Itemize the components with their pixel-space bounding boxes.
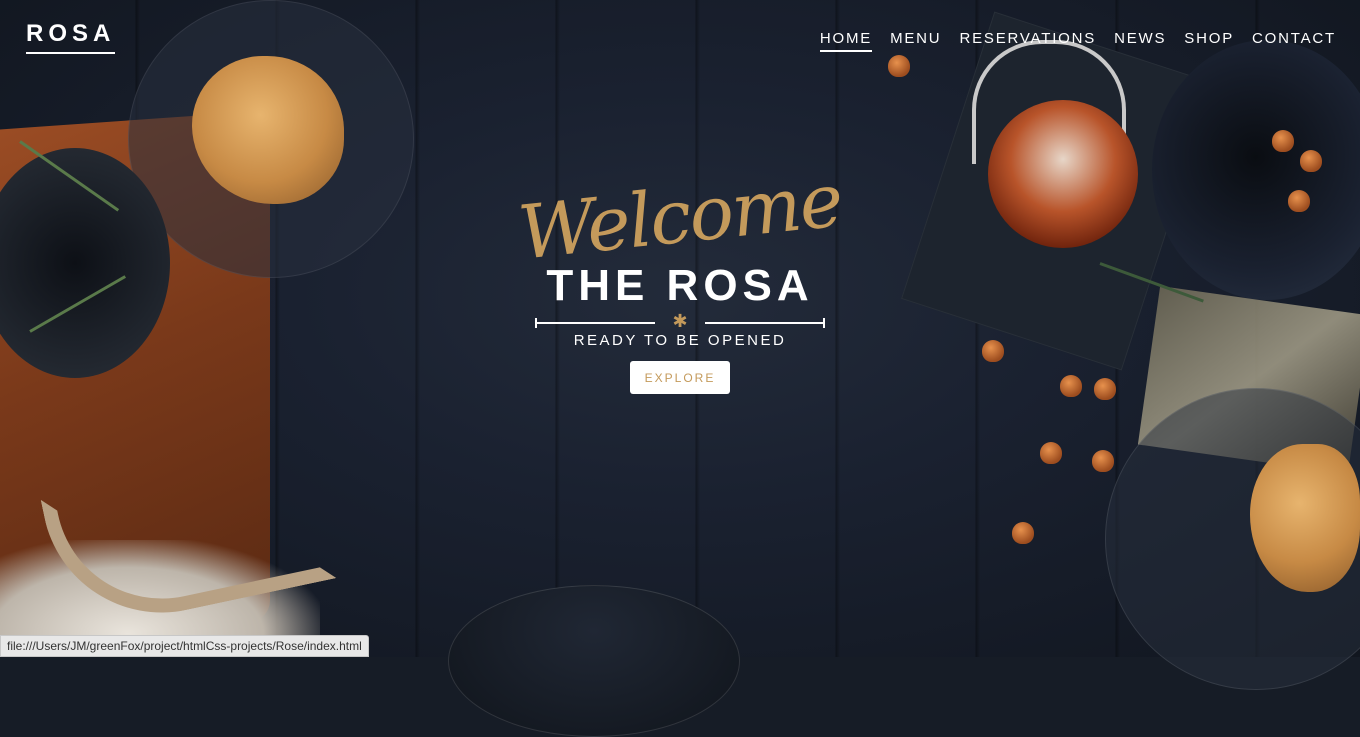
acorn-image bbox=[1012, 522, 1034, 544]
nav-home[interactable]: HOME bbox=[819, 30, 873, 52]
nav-news[interactable]: NEWS bbox=[1114, 30, 1166, 52]
nav-contact[interactable]: CONTACT bbox=[1252, 30, 1336, 52]
hazelnut-image bbox=[1300, 150, 1322, 172]
acorn-image bbox=[888, 55, 910, 77]
acorn-image bbox=[982, 340, 1004, 362]
acorn-image bbox=[1060, 375, 1082, 397]
site-logo[interactable]: ROSA bbox=[26, 20, 116, 54]
acorn-image bbox=[1092, 450, 1114, 472]
bowl-image bbox=[448, 585, 740, 737]
teapot-image bbox=[988, 100, 1138, 248]
acorn-image bbox=[1040, 442, 1062, 464]
nav-shop[interactable]: SHOP bbox=[1184, 30, 1234, 52]
explore-button[interactable]: EXPLORE bbox=[630, 361, 730, 394]
nav-menu[interactable]: MENU bbox=[890, 30, 941, 52]
browser-status-url: file:///Users/JM/greenFox/project/htmlCs… bbox=[0, 635, 369, 657]
main-nav: HOME MENU RESERVATIONS NEWS SHOP CONTACT bbox=[819, 30, 1336, 52]
cookie-image bbox=[1250, 444, 1360, 592]
asterisk-icon: ✱ bbox=[672, 311, 688, 331]
hero-tagline: READY TO BE OPENED bbox=[573, 332, 787, 349]
hero-section: Welcome THE ROSA ✱ READY TO BE OPENED EX… bbox=[480, 157, 880, 394]
hazelnut-image bbox=[1288, 190, 1310, 212]
nav-reservations[interactable]: RESERVATIONS bbox=[959, 30, 1096, 52]
acorn-image bbox=[1094, 378, 1116, 400]
hazelnut-image bbox=[1272, 130, 1294, 152]
title-divider: ✱ bbox=[535, 312, 825, 330]
